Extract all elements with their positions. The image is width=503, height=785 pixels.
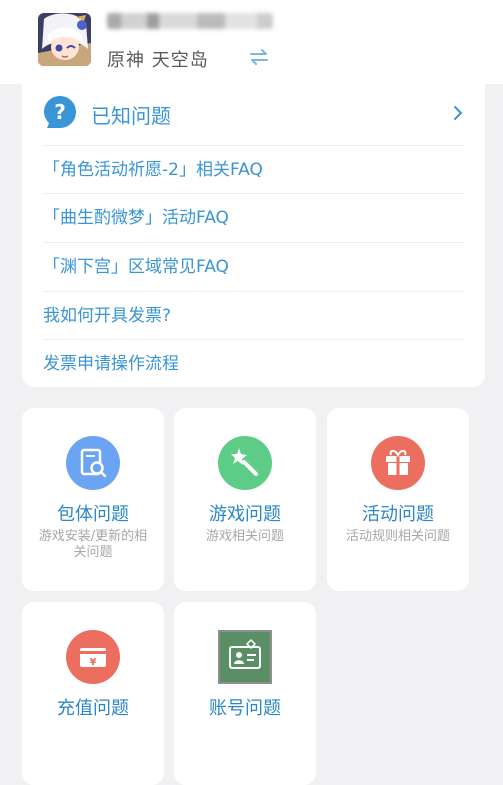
- faq-item[interactable]: 我如何开具发票?: [43, 291, 464, 340]
- account-header: 原神 天空岛: [0, 0, 503, 84]
- known-issues-header[interactable]: ? 已知问题: [43, 96, 171, 132]
- tile-description: 游戏安装/更新的相关问题: [38, 529, 148, 560]
- username-redacted: [107, 13, 273, 29]
- category-tile-game[interactable]: 游戏问题 游戏相关问题: [174, 408, 316, 591]
- switch-account-icon[interactable]: [248, 46, 270, 68]
- faq-item[interactable]: 「曲生酌微梦」活动FAQ: [43, 193, 464, 242]
- tile-title: 账号问题: [209, 698, 281, 719]
- svg-text:¥: ¥: [90, 657, 97, 668]
- known-issues-title: 已知问题: [91, 103, 171, 128]
- svg-text:?: ?: [54, 100, 66, 124]
- package-search-icon: [66, 436, 120, 490]
- known-issues-card: ? 已知问题 「角色活动祈愿-2」相关FAQ 「曲生酌微梦」活动FAQ 「渊下宫…: [22, 82, 485, 387]
- category-tile-event[interactable]: 活动问题 活动规则相关问题: [327, 408, 469, 591]
- question-icon: ?: [43, 95, 77, 133]
- id-card-icon: [218, 630, 272, 684]
- tile-description: 游戏相关问题: [205, 529, 284, 544]
- tile-title: 包体问题: [57, 504, 129, 525]
- gift-icon: [371, 436, 425, 490]
- chevron-right-icon[interactable]: [452, 104, 464, 122]
- faq-item[interactable]: 「渊下宫」区域常见FAQ: [43, 242, 464, 291]
- category-tile-package[interactable]: 包体问题 游戏安装/更新的相关问题: [22, 408, 164, 591]
- faq-item[interactable]: 发票申请操作流程: [43, 339, 464, 388]
- game-server-label: 原神 天空岛: [107, 50, 209, 71]
- category-tile-recharge[interactable]: ¥ 充值问题: [22, 602, 164, 785]
- tile-title: 充值问题: [57, 698, 129, 719]
- yen-card-icon: ¥: [66, 630, 120, 684]
- category-tile-account[interactable]: 账号问题: [174, 602, 316, 785]
- tile-description: 活动规则相关问题: [345, 529, 450, 544]
- faq-item[interactable]: 「角色活动祈愿-2」相关FAQ: [43, 145, 464, 194]
- tile-title: 活动问题: [362, 504, 434, 525]
- magic-wand-icon: [218, 436, 272, 490]
- avatar[interactable]: [38, 13, 91, 66]
- tile-title: 游戏问题: [209, 504, 281, 525]
